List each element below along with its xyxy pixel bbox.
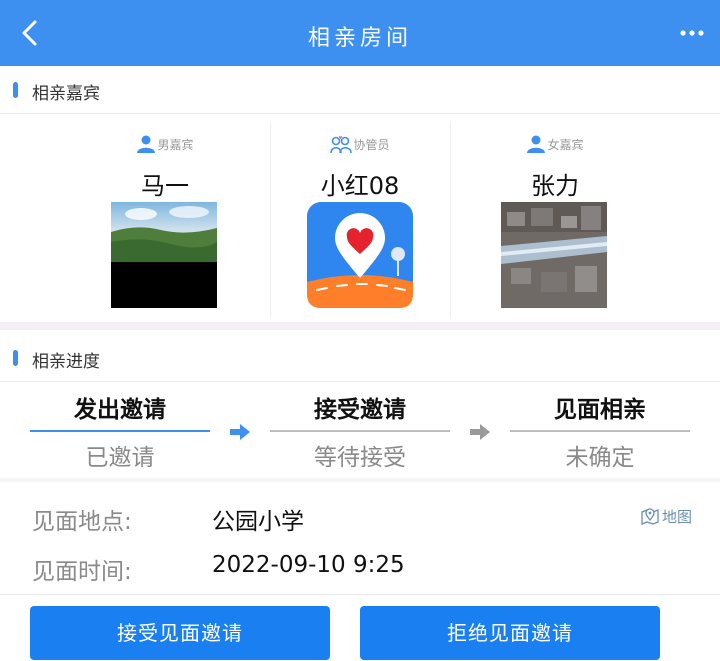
section-divider bbox=[0, 322, 720, 330]
step-meet: 见面相亲 未确定 bbox=[510, 392, 690, 472]
accept-meeting-button[interactable]: 接受见面邀请 bbox=[30, 606, 330, 660]
guest-name: 张力 bbox=[531, 172, 579, 200]
guest-name: 小红08 bbox=[320, 172, 400, 200]
guest-female: 女嘉宾 张力 bbox=[450, 122, 660, 318]
matchmaker-icon bbox=[330, 135, 353, 154]
progress-section-header: 相亲进度 bbox=[0, 334, 720, 382]
step-title: 接受邀请 bbox=[314, 397, 406, 423]
step-underline bbox=[30, 430, 210, 432]
meeting-place-label: 见面地点: bbox=[32, 509, 132, 535]
step-title: 发出邀请 bbox=[74, 397, 166, 423]
guests-section-header: 相亲嘉宾 bbox=[0, 66, 720, 114]
meeting-time-value: 2022-09-10 9:25 bbox=[212, 552, 405, 578]
step-status: 已邀请 bbox=[85, 445, 155, 471]
guest-role: 协管员 bbox=[270, 134, 450, 154]
page-title: 相亲房间 bbox=[307, 26, 412, 51]
female-user-icon bbox=[527, 135, 546, 153]
guest-name: 马一 bbox=[141, 172, 189, 200]
step-underline bbox=[510, 430, 690, 432]
meeting-time-row: 见面时间: 2022-09-10 9:25 bbox=[0, 542, 720, 592]
guests-section-title: 相亲嘉宾 bbox=[32, 84, 100, 104]
step-status: 未确定 bbox=[565, 445, 635, 471]
male-user-icon bbox=[137, 135, 156, 153]
abstract-photo[interactable] bbox=[501, 202, 607, 308]
step-underline bbox=[270, 430, 450, 432]
meeting-place-row: 见面地点: 公园小学 地图 bbox=[0, 492, 720, 542]
map-pin-icon bbox=[641, 508, 659, 525]
step-status: 等待接受 bbox=[314, 445, 406, 471]
guest-role: 女嘉宾 bbox=[450, 134, 660, 154]
meeting-place-value: 公园小学 bbox=[212, 509, 304, 535]
landscape-photo[interactable] bbox=[111, 202, 217, 308]
section-accent-bar bbox=[13, 82, 18, 98]
step-accept-invite: 接受邀请 等待接受 bbox=[270, 392, 450, 472]
guest-role: 男嘉宾 bbox=[60, 134, 270, 154]
reject-meeting-button[interactable]: 拒绝见面邀请 bbox=[360, 606, 660, 660]
guest-matchmaker: 协管员 小红08 bbox=[270, 122, 450, 318]
step-title: 见面相亲 bbox=[554, 397, 646, 423]
map-link[interactable]: 地图 bbox=[640, 506, 692, 527]
step-send-invite: 发出邀请 已邀请 bbox=[30, 392, 210, 472]
meeting-time-label: 见面时间: bbox=[32, 559, 132, 585]
arrow-right-icon bbox=[470, 424, 490, 440]
section-accent-bar bbox=[13, 350, 18, 366]
section-divider bbox=[0, 478, 720, 482]
progress-section-title: 相亲进度 bbox=[32, 352, 100, 372]
app-logo-heart-pin[interactable] bbox=[307, 202, 413, 308]
more-dots-icon[interactable] bbox=[680, 26, 704, 40]
app-header: 相亲房间 bbox=[0, 0, 720, 66]
footer-divider bbox=[0, 594, 720, 595]
arrow-right-icon bbox=[230, 424, 250, 440]
guest-male: 男嘉宾 马一 bbox=[60, 122, 270, 318]
